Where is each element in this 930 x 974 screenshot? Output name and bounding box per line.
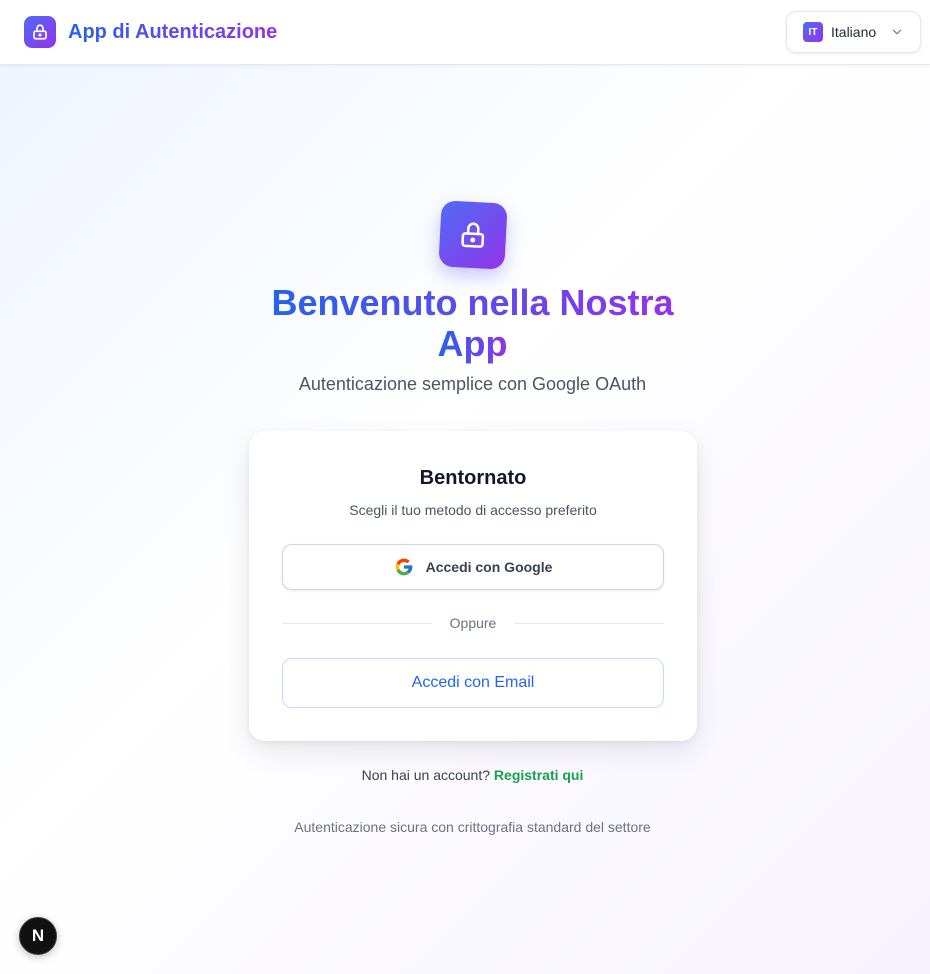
google-icon (394, 557, 414, 577)
page-subtitle: Autenticazione semplice con Google OAuth (298, 374, 647, 394)
top-navbar: App di Autenticazione IT Italiano (0, 0, 930, 65)
signup-prompt: Non hai un account? Registrati qui (0, 767, 930, 783)
language-label: Italiano (831, 24, 877, 40)
dev-tools-button[interactable]: N (19, 917, 57, 955)
chevron-down-icon (890, 25, 904, 44)
security-note: Autenticazione sicura con crittografia s… (294, 819, 651, 835)
card-title: Bentornato (419, 467, 527, 489)
app-title: App di Autenticazione (68, 16, 277, 48)
or-divider: Oppure (282, 613, 664, 633)
signup-link[interactable]: Registrati qui (494, 767, 583, 783)
email-login-button[interactable]: Accedi con Email (282, 658, 664, 708)
signup-text: Non hai un account? (361, 767, 491, 783)
divider-line-right (514, 623, 664, 624)
brand[interactable]: App di Autenticazione (24, 16, 277, 48)
page-headline: Benvenuto nella Nostra App (0, 282, 930, 364)
language-selector[interactable]: IT Italiano (786, 11, 921, 53)
hero-lock-icon (438, 200, 508, 270)
language-badge: IT (803, 22, 823, 42)
lock-icon (24, 16, 56, 48)
card-subtitle: Scegli il tuo metodo di accesso preferit… (349, 502, 597, 518)
google-login-label: Accedi con Google (425, 559, 553, 575)
login-card: Bentornato Scegli il tuo metodo di acces… (249, 431, 697, 741)
headline-line-1: Benvenuto nella Nostra (271, 282, 674, 323)
headline-line-2: App (437, 323, 508, 364)
google-login-button[interactable]: Accedi con Google (282, 544, 664, 590)
